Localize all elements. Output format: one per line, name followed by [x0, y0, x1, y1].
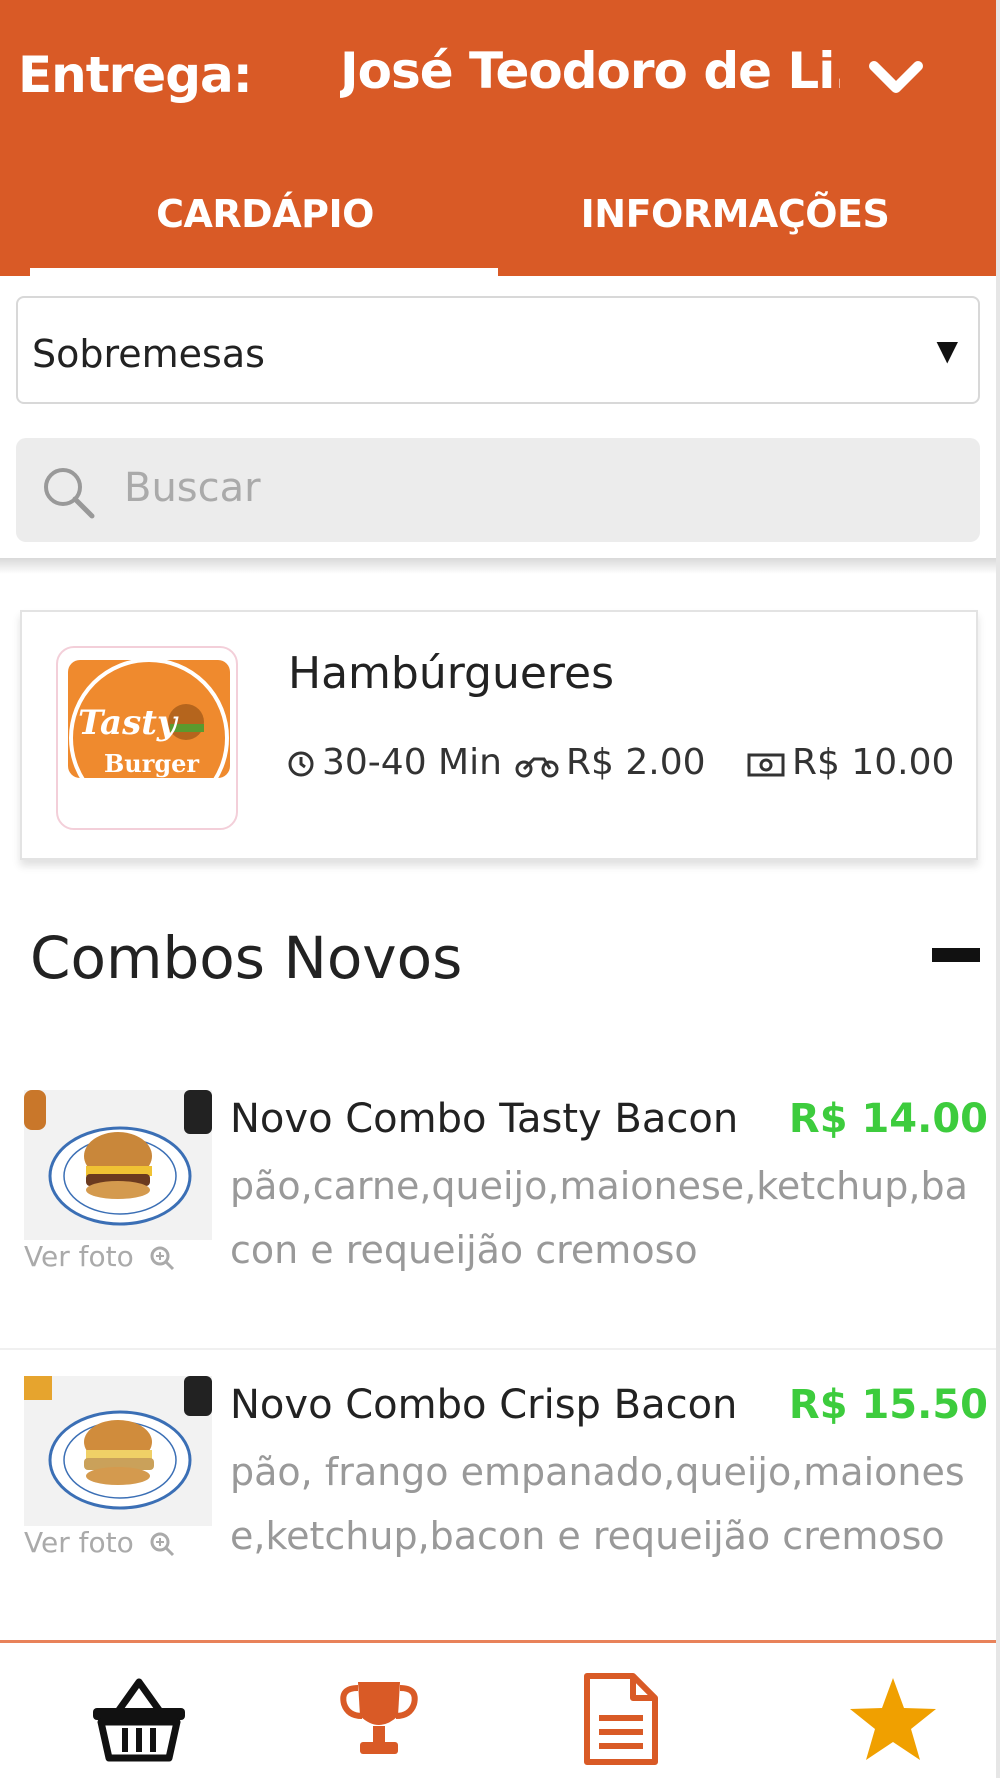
star-icon [850, 1678, 936, 1760]
zoom-icon [150, 1246, 174, 1271]
delivery-fee-value: R$ 2.00 [566, 742, 706, 783]
chevron-down-icon[interactable] [866, 52, 926, 102]
view-photo-link[interactable]: Ver foto [24, 1526, 176, 1559]
filter-shadow [0, 558, 996, 574]
delivery-time-value: 30-40 Min [322, 742, 502, 783]
basket-icon [93, 1678, 185, 1762]
product-description: pão,carne,queijo,maionese,ketchup,bacon … [230, 1164, 968, 1272]
search-icon [38, 462, 98, 522]
delivery-fee: R$ 2.00 [514, 742, 706, 783]
tab-informacoes[interactable]: INFORMAÇÕES [500, 192, 970, 236]
orders-button[interactable] [566, 1669, 676, 1769]
minimum-order-value: R$ 10.00 [792, 742, 955, 783]
document-icon [584, 1673, 658, 1765]
trophy-icon [340, 1682, 418, 1754]
category-select-value: Sobremesas [32, 332, 265, 376]
search-input[interactable] [124, 456, 944, 520]
bottom-nav [0, 1640, 996, 1778]
product-item[interactable]: Ver foto Novo Combo Crisp Bacon R$ 15.50… [0, 1376, 996, 1636]
product-thumbnail[interactable] [24, 1376, 212, 1526]
caret-down-icon: ▼ [936, 334, 958, 367]
scrollbar-track[interactable] [996, 0, 1000, 1778]
view-photo-label: Ver foto [24, 1526, 134, 1559]
product-name: Novo Combo Tasty Bacon [230, 1096, 739, 1142]
zoom-icon [150, 1532, 174, 1557]
delivery-selector[interactable]: Entrega: José Teodoro de Li... [0, 30, 996, 120]
store-name: Hambúrgueres [288, 648, 615, 699]
product-price: R$ 15.50 [788, 1382, 988, 1428]
category-select[interactable]: Sobremesas ▼ [16, 296, 980, 404]
delivery-time: 30-40 Min [286, 742, 502, 783]
motorcycle-icon [515, 757, 559, 778]
store-logo: Tasty Burger [56, 646, 238, 830]
svg-text:Tasty: Tasty [78, 703, 179, 743]
store-card[interactable]: Tasty Burger Hambúrgueres 30-40 Min R$ 2… [20, 610, 978, 860]
delivery-label: Entrega: [18, 46, 253, 104]
svg-text:Burger: Burger [104, 749, 199, 778]
product-divider [0, 1348, 996, 1350]
collapse-section-button[interactable] [932, 948, 980, 962]
section-title: Combos Novos [30, 924, 463, 992]
clock-icon [288, 751, 314, 777]
product-price: R$ 14.00 [788, 1096, 988, 1142]
active-tab-indicator [30, 268, 498, 276]
minimum-order: R$ 10.00 [746, 742, 954, 783]
product-item[interactable]: Ver foto Novo Combo Tasty Bacon R$ 14.00… [0, 1090, 996, 1348]
product-name: Novo Combo Crisp Bacon [230, 1382, 738, 1428]
cart-button[interactable] [84, 1669, 194, 1769]
product-thumbnail[interactable] [24, 1090, 212, 1240]
product-description: pão, frango empanado,queijo,maionese,ket… [230, 1450, 965, 1558]
tab-bar: CARDÁPIO INFORMAÇÕES [0, 176, 996, 276]
tab-cardapio[interactable]: CARDÁPIO [30, 192, 500, 236]
favorites-button[interactable] [838, 1669, 948, 1769]
money-icon [747, 753, 785, 777]
rewards-button[interactable] [324, 1669, 434, 1769]
store-meta: 30-40 Min R$ 2.00 R$ 10.00 [286, 742, 966, 792]
app-header: Entrega: José Teodoro de Li... CARDÁPIO … [0, 0, 996, 276]
search-bar[interactable] [16, 438, 980, 542]
delivery-address[interactable]: José Teodoro de Li... [340, 42, 840, 100]
view-photo-label: Ver foto [24, 1240, 134, 1273]
view-photo-link[interactable]: Ver foto [24, 1240, 176, 1273]
